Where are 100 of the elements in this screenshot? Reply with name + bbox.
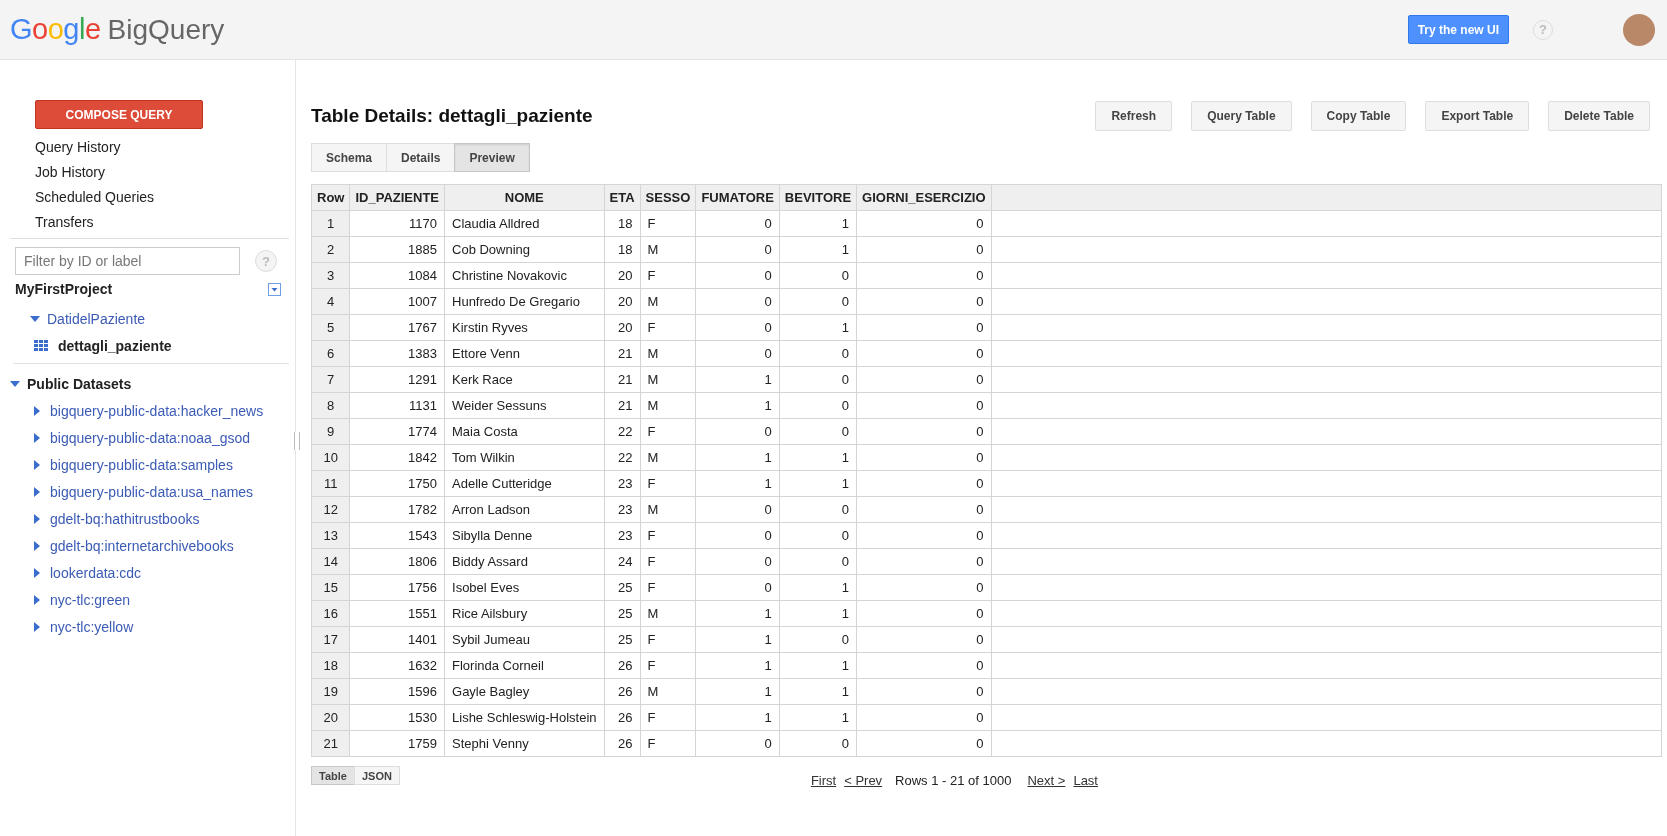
table-cell: 0 (856, 704, 992, 731)
row-number: 2 (311, 236, 350, 263)
table-cell: 1170 (349, 210, 445, 237)
table-cell: F (640, 652, 696, 679)
row-range: Rows 1 - 21 of 1000 (895, 773, 1012, 788)
table-link[interactable]: dettagli_paziente (58, 337, 172, 354)
collapsed-triangle-icon[interactable] (32, 486, 42, 497)
action-button[interactable]: Export Table (1425, 101, 1530, 131)
collapsed-triangle-icon[interactable] (32, 459, 42, 470)
table-cell: F (640, 730, 696, 757)
table-cell: 0 (856, 522, 992, 549)
row-number: 15 (311, 574, 350, 601)
collapsed-triangle-icon[interactable] (32, 432, 42, 443)
table-cell: 1596 (349, 678, 445, 705)
user-avatar[interactable] (1623, 13, 1655, 46)
nav-link[interactable]: Scheduled Queries (35, 185, 295, 210)
nav-link[interactable]: Query History (35, 135, 295, 160)
dataset-link[interactable]: gdelt-bq:hathitrustbooks (50, 510, 200, 527)
column-header: NOME (444, 184, 605, 211)
collapsed-triangle-icon[interactable] (32, 594, 42, 605)
table-cell: 23 (604, 522, 641, 549)
next-page-link[interactable]: Next > (1027, 773, 1066, 788)
nav-link[interactable]: Job History (35, 160, 295, 185)
row-number: 10 (311, 444, 350, 471)
table-cell: 25 (604, 626, 641, 653)
project-name[interactable]: MyFirstProject (15, 281, 113, 297)
collapsed-triangle-icon[interactable] (32, 405, 42, 416)
table-cell: Kerk Race (444, 366, 605, 393)
action-button[interactable]: Delete Table (1548, 101, 1650, 131)
table-cell: Ettore Venn (444, 340, 605, 367)
table-cell: Kirstin Ryves (444, 314, 605, 341)
table-cell: M (640, 366, 696, 393)
table-cell: 0 (779, 366, 857, 393)
table-cell: M (640, 340, 696, 367)
previous-page-link[interactable]: < Prev (844, 773, 883, 788)
tab[interactable]: Preview (454, 143, 530, 172)
row-number: 6 (311, 340, 350, 367)
product-name: BigQuery (107, 14, 225, 46)
row-number: 8 (311, 392, 350, 419)
resize-handle[interactable] (294, 432, 300, 450)
tab[interactable]: Schema (311, 143, 388, 172)
last-page-link[interactable]: Last (1073, 773, 1098, 788)
table-cell: 0 (856, 678, 992, 705)
dataset-link[interactable]: gdelt-bq:internetarchivebooks (50, 537, 234, 554)
expanded-triangle-icon[interactable] (30, 313, 40, 324)
table-cell: 0 (779, 548, 857, 575)
table-cell: 0 (856, 340, 992, 367)
table-cell: 1 (779, 652, 857, 679)
filter-field[interactable]: Filter by ID or label (15, 247, 240, 275)
expanded-triangle-icon[interactable] (10, 378, 20, 389)
action-button[interactable]: Copy Table (1310, 101, 1407, 131)
table-cell: 21 (604, 340, 641, 367)
table-cell: F (640, 210, 696, 237)
compose-query-button[interactable]: COMPOSE QUERY (35, 100, 203, 129)
table-cell: 1759 (349, 730, 445, 757)
table-cell: Arron Ladson (444, 496, 605, 523)
table-cell: 0 (695, 210, 780, 237)
tab[interactable]: Details (386, 143, 456, 172)
column-header: FUMATORE (695, 184, 780, 211)
action-button[interactable]: Refresh (1095, 101, 1173, 131)
column-header: BEVITORE (779, 184, 857, 211)
row-number: 20 (311, 704, 350, 731)
column-header: GIORNI_ESERCIZIO (856, 184, 992, 211)
table-cell: 1383 (349, 340, 445, 367)
collapsed-triangle-icon[interactable] (32, 513, 42, 524)
table-cell: 1756 (349, 574, 445, 601)
collapsed-triangle-icon[interactable] (32, 540, 42, 551)
collapsed-triangle-icon[interactable] (32, 567, 42, 578)
dataset-link[interactable]: nyc-tlc:yellow (50, 618, 134, 635)
section-heading[interactable]: Public Datasets (27, 375, 132, 392)
view-toggle[interactable]: JSON (353, 766, 400, 785)
table-cell: 0 (856, 574, 992, 601)
nav-link[interactable]: Transfers (35, 210, 295, 235)
table-cell: 25 (604, 574, 641, 601)
table-cell: 1291 (349, 366, 445, 393)
table-cell: M (640, 236, 696, 263)
table-cell: 0 (695, 288, 780, 315)
table-cell: 1 (779, 236, 857, 263)
dataset-link[interactable]: bigquery-public-data:noaa_gsod (50, 429, 251, 446)
table-cell: 1007 (349, 288, 445, 315)
dataset-link[interactable]: bigquery-public-data:usa_names (50, 483, 254, 500)
table-cell: Isobel Eves (444, 574, 605, 601)
collapsed-triangle-icon[interactable] (32, 621, 42, 632)
table-cell: 1 (695, 470, 780, 497)
row-number: 5 (311, 314, 350, 341)
table-cell: F (640, 262, 696, 289)
dataset-link[interactable]: bigquery-public-data:samples (50, 456, 233, 473)
view-toggle[interactable]: Table (311, 766, 355, 785)
table-cell: 23 (604, 470, 641, 497)
table-cell: 0 (695, 262, 780, 289)
dataset-link[interactable]: nyc-tlc:green (50, 591, 131, 608)
table-cell: 0 (779, 730, 857, 757)
action-button[interactable]: Query Table (1191, 101, 1292, 131)
first-page-link[interactable]: First (810, 773, 837, 788)
dataset-link[interactable]: DatidelPaziente (47, 310, 146, 327)
table-cell: 0 (695, 418, 780, 445)
dataset-link[interactable]: lookerdata:cdc (50, 564, 142, 581)
dataset-link[interactable]: bigquery-public-data:hacker_news (50, 402, 264, 419)
table-cell: 0 (695, 314, 780, 341)
table-cell: Stephi Venny (444, 730, 605, 757)
